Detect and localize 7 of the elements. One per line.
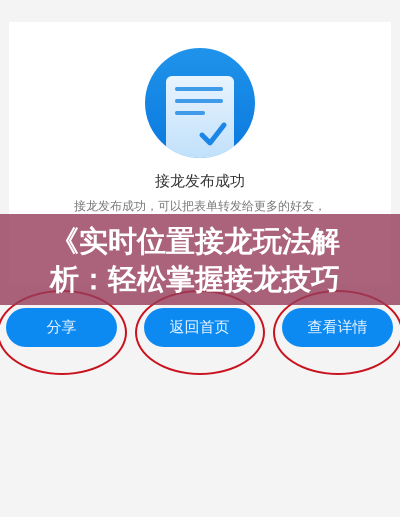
action-button[interactable]: 返回首页 xyxy=(144,308,255,347)
document-check-icon xyxy=(145,48,255,158)
action-button[interactable]: 查看详情 xyxy=(282,308,393,347)
success-title: 接龙发布成功 xyxy=(155,172,245,191)
action-button[interactable]: 分享 xyxy=(6,308,117,347)
success-message: 接龙发布成功，可以把表单转发给更多的好友， xyxy=(74,199,326,213)
article-title: 《实时位置接龙玩法解析：轻松掌握接龙技巧 xyxy=(50,222,341,298)
